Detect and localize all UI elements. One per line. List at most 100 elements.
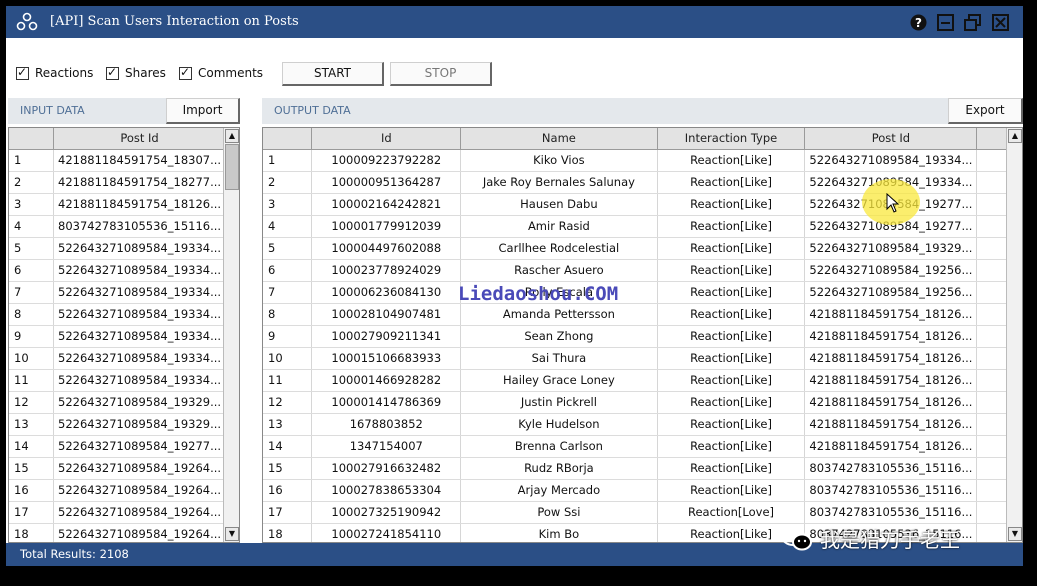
table-row[interactable]: 3 421881184591754_18126...	[9, 193, 239, 216]
row-index-cell[interactable]: 17	[9, 501, 54, 524]
user-id-cell[interactable]: 100000951364287	[311, 171, 462, 194]
row-index-cell[interactable]: 14	[263, 435, 313, 458]
restore-button[interactable]	[964, 14, 981, 31]
table-row[interactable]: 11 100001466928282 Hailey Grace Loney React…	[263, 369, 1022, 392]
user-id-cell[interactable]: 100009223792282	[311, 149, 462, 172]
import-button[interactable]: Import	[166, 98, 240, 124]
scroll-down-icon[interactable]: ▼	[225, 527, 239, 541]
table-row[interactable]: 5 100004497602088 Carllhee Rodcelestial Rea…	[263, 237, 1022, 260]
table-row[interactable]: 7 522643271089584_19334...	[9, 281, 239, 304]
post-id-cell[interactable]: 522643271089584_19334...	[53, 369, 227, 392]
post-id-cell[interactable]: 421881184591754_18126...	[804, 303, 978, 326]
minimize-button[interactable]	[937, 14, 954, 31]
post-id-cell[interactable]: 522643271089584_19334...	[53, 347, 227, 370]
output-header-name[interactable]: Name	[460, 128, 658, 150]
user-id-cell[interactable]: 100027916632482	[311, 457, 462, 480]
table-row[interactable]: 13 522643271089584_19329...	[9, 413, 239, 436]
row-index-cell[interactable]: 4	[9, 215, 54, 238]
post-id-cell[interactable]: 421881184591754_18307...	[53, 149, 227, 172]
row-index-cell[interactable]: 18	[263, 523, 313, 542]
scroll-down-icon[interactable]: ▼	[1008, 527, 1022, 541]
row-index-cell[interactable]: 8	[9, 303, 54, 326]
row-index-cell[interactable]: 2	[9, 171, 54, 194]
user-name-cell[interactable]: Hailey Grace Loney	[460, 369, 658, 392]
post-id-cell[interactable]: 803742783105536_15116...	[804, 501, 978, 524]
row-index-cell[interactable]: 18	[9, 523, 54, 542]
interaction-type-cell[interactable]: Reaction[Like]	[657, 325, 806, 348]
row-index-cell[interactable]: 2	[263, 171, 313, 194]
interaction-type-cell[interactable]: Reaction[Like]	[657, 391, 806, 414]
user-id-cell[interactable]: 100015106683933	[311, 347, 462, 370]
post-id-cell[interactable]: 421881184591754_18126...	[804, 435, 978, 458]
output-header-interaction-type[interactable]: Interaction Type	[657, 128, 806, 150]
user-name-cell[interactable]: Sean Zhong	[460, 325, 658, 348]
table-row[interactable]: 13 1678803852 Kyle Hudelson Reaction[Like] 4…	[263, 413, 1022, 436]
input-header-index[interactable]	[9, 128, 54, 150]
row-index-cell[interactable]: 7	[263, 281, 313, 304]
interaction-type-cell[interactable]: Reaction[Like]	[657, 281, 806, 304]
stop-button[interactable]: STOP	[390, 62, 492, 86]
user-name-cell[interactable]: Kim Bo	[460, 523, 658, 542]
post-id-cell[interactable]: 522643271089584_19329...	[53, 413, 227, 436]
post-id-cell[interactable]: 522643271089584_19256...	[804, 281, 978, 304]
row-index-cell[interactable]: 13	[9, 413, 54, 436]
post-id-cell[interactable]: 522643271089584_19264...	[53, 523, 227, 542]
post-id-cell[interactable]: 522643271089584_19277...	[53, 435, 227, 458]
interaction-type-cell[interactable]: Reaction[Like]	[657, 435, 806, 458]
interaction-type-cell[interactable]: Reaction[Like]	[657, 259, 806, 282]
help-button[interactable]: ?	[910, 14, 927, 31]
close-button[interactable]	[992, 14, 1009, 31]
post-id-cell[interactable]: 522643271089584_19329...	[804, 237, 978, 260]
user-id-cell[interactable]: 100001414786369	[311, 391, 462, 414]
table-row[interactable]: 17 100027325190942 Pow Ssi Reaction[Love] 80…	[263, 501, 1022, 524]
row-index-cell[interactable]: 4	[263, 215, 313, 238]
table-row[interactable]: 15 522643271089584_19264...	[9, 457, 239, 480]
user-id-cell[interactable]: 100028104907481	[311, 303, 462, 326]
user-id-cell[interactable]: 100027838653304	[311, 479, 462, 502]
table-row[interactable]: 14 522643271089584_19277...	[9, 435, 239, 458]
table-row[interactable]: 2 421881184591754_18277...	[9, 171, 239, 194]
input-scrollbar[interactable]: ▲ ▼	[223, 128, 239, 542]
reactions-checkbox[interactable]: Reactions	[16, 65, 93, 80]
table-row[interactable]: 7 100006236084130 Rolly Escala Reaction[Lik…	[263, 281, 1022, 304]
row-index-cell[interactable]: 5	[9, 237, 54, 260]
user-name-cell[interactable]: Pow Ssi	[460, 501, 658, 524]
post-id-cell[interactable]: 421881184591754_18126...	[804, 369, 978, 392]
interaction-type-cell[interactable]: Reaction[Like]	[657, 215, 806, 238]
scroll-thumb[interactable]	[225, 144, 239, 190]
post-id-cell[interactable]: 522643271089584_19334...	[804, 149, 978, 172]
post-id-cell[interactable]: 803742783105536_15116...	[804, 457, 978, 480]
post-id-cell[interactable]: 522643271089584_19334...	[53, 325, 227, 348]
row-index-cell[interactable]: 13	[263, 413, 313, 436]
table-row[interactable]: 12 100001414786369 Justin Pickrell Reaction…	[263, 391, 1022, 414]
table-row[interactable]: 1 100009223792282 Kiko Vios Reaction[Like] 5…	[263, 149, 1022, 172]
output-header-post-id[interactable]: Post Id	[804, 128, 978, 150]
user-id-cell[interactable]: 100027909211341	[311, 325, 462, 348]
interaction-type-cell[interactable]: Reaction[Like]	[657, 171, 806, 194]
table-row[interactable]: 9 100027909211341 Sean Zhong Reaction[Like]…	[263, 325, 1022, 348]
output-header-index[interactable]	[263, 128, 313, 150]
user-name-cell[interactable]: Brenna Carlson	[460, 435, 658, 458]
row-index-cell[interactable]: 3	[9, 193, 54, 216]
user-name-cell[interactable]: Rascher Asuero	[460, 259, 658, 282]
post-id-cell[interactable]: 522643271089584_19264...	[53, 501, 227, 524]
post-id-cell[interactable]: 421881184591754_18126...	[804, 413, 978, 436]
user-name-cell[interactable]: Sai Thura	[460, 347, 658, 370]
row-index-cell[interactable]: 14	[9, 435, 54, 458]
table-row[interactable]: 16 522643271089584_19264...	[9, 479, 239, 502]
table-row[interactable]: 8 100028104907481 Amanda Pettersson Reactio…	[263, 303, 1022, 326]
row-index-cell[interactable]: 15	[263, 457, 313, 480]
interaction-type-cell[interactable]: Reaction[Like]	[657, 479, 806, 502]
table-row[interactable]: 15 100027916632482 Rudz RBorja Reaction[Lik…	[263, 457, 1022, 480]
interaction-type-cell[interactable]: Reaction[Like]	[657, 303, 806, 326]
user-name-cell[interactable]: Rudz RBorja	[460, 457, 658, 480]
post-id-cell[interactable]: 421881184591754_18126...	[804, 325, 978, 348]
table-row[interactable]: 6 100023778924029 Rascher Asuero Reaction[L…	[263, 259, 1022, 282]
scroll-up-icon[interactable]: ▲	[225, 129, 239, 143]
interaction-type-cell[interactable]: Reaction[Like]	[657, 237, 806, 260]
row-index-cell[interactable]: 11	[9, 369, 54, 392]
interaction-type-cell[interactable]: Reaction[Like]	[657, 369, 806, 392]
table-row[interactable]: 12 522643271089584_19329...	[9, 391, 239, 414]
table-row[interactable]: 9 522643271089584_19334...	[9, 325, 239, 348]
row-index-cell[interactable]: 16	[9, 479, 54, 502]
